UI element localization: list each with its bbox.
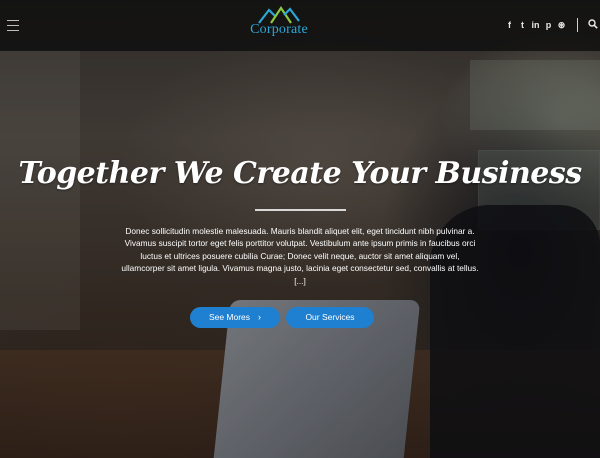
- hero-divider-line: [255, 209, 346, 211]
- our-services-label: Our Services: [305, 312, 355, 322]
- see-more-label: See Mores: [208, 312, 251, 322]
- hero-title: Together We Create Your Business: [18, 156, 582, 191]
- hero-description: Donec sollicitudin molestie malesuada. M…: [121, 226, 479, 286]
- chevron-right-icon: ›: [258, 312, 262, 322]
- our-services-button[interactable]: Our Services: [286, 307, 374, 328]
- hero-section: Together We Create Your Business Donec s…: [0, 0, 600, 458]
- see-more-button[interactable]: See Mores ›: [190, 307, 280, 328]
